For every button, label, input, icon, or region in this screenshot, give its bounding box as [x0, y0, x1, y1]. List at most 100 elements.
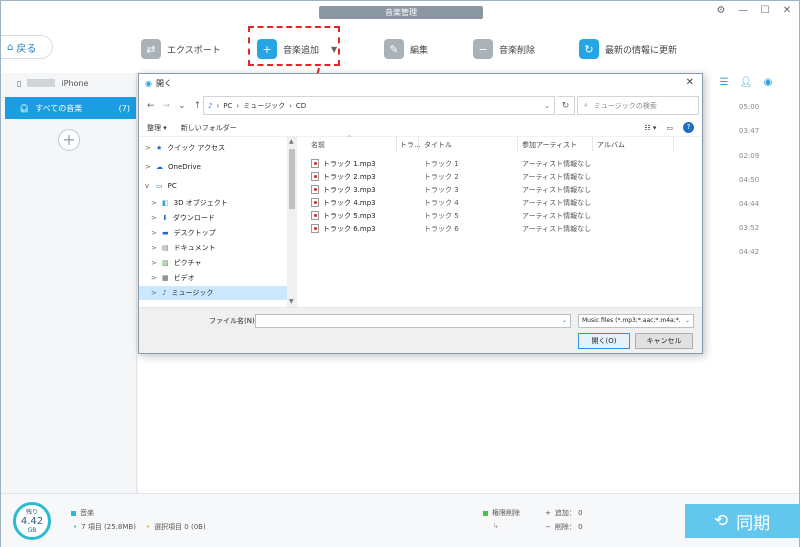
column-divider[interactable] — [592, 137, 593, 151]
file-artist: アーティスト情報なし — [522, 160, 592, 168]
organize-button[interactable]: 整理 ▾ — [147, 123, 167, 133]
expand-icon[interactable]: > — [151, 229, 157, 237]
filename-input[interactable]: ⌄ — [255, 314, 571, 328]
duration: 04:42 — [739, 248, 760, 256]
file-type-select[interactable]: Music files (*.mp3;*.aac;*.m4a;*. ⌄ — [578, 314, 694, 328]
expand-icon[interactable]: > — [145, 144, 151, 152]
list-icon[interactable]: ☰ — [717, 75, 731, 89]
settings-icon[interactable]: ⚙ — [715, 5, 727, 16]
duration: 03:47 — [739, 127, 760, 135]
toolbar: ⌂ 戻る ⇄ エクスポート + 音楽追加 ▼ ✎ 編集 − 音楽削除 ↻ 最新の… — [1, 21, 799, 73]
help-icon[interactable]: ? — [683, 122, 694, 133]
scroll-thumb[interactable] — [289, 149, 295, 209]
column-artist[interactable]: 参加アーティスト — [522, 140, 577, 150]
search-input[interactable]: ⌕ ミュージックの検索 — [577, 96, 699, 115]
chevron-down-icon[interactable]: ⌄ — [684, 315, 690, 327]
chevron-down-icon[interactable]: ⌄ — [544, 102, 550, 110]
tree-item-documents[interactable]: > ▤ ドキュメント — [139, 241, 287, 255]
chevron-down-icon[interactable]: ▼ — [331, 45, 337, 54]
address-bar[interactable]: ♪ › PC › ミュージック › CD ⌄ — [203, 96, 555, 115]
chevron-down-icon[interactable]: ⌄ — [562, 317, 567, 324]
up-arrow-icon[interactable]: ↑ — [194, 101, 202, 111]
view-options-icon[interactable]: ☷ ▾ — [644, 124, 656, 132]
tree-item-pc[interactable]: v ▭ PC — [139, 179, 287, 193]
tree-item-videos[interactable]: > ▦ ビデオ — [139, 271, 287, 285]
column-album[interactable]: アルバム — [597, 140, 625, 150]
open-button[interactable]: 開く(O) — [578, 333, 630, 349]
tree-item-3d-objects[interactable]: > ◧ 3D オブジェクト — [139, 196, 287, 210]
breadcrumb-item[interactable]: ミュージック — [243, 101, 285, 111]
category-stat: 音楽 — [71, 508, 94, 518]
file-row[interactable]: トラック 5.mp3 トラック 5 アーティスト情報なし — [299, 209, 599, 222]
recent-chevron-icon[interactable]: ⌄ — [178, 101, 186, 111]
tree-item-downloads[interactable]: > ⬇ ダウンロード — [139, 211, 287, 225]
expand-icon[interactable]: > — [151, 259, 157, 267]
scroll-down-icon[interactable]: ▼ — [289, 298, 294, 305]
file-row[interactable]: トラック 3.mp3 トラック 3 アーティスト情報なし — [299, 183, 599, 196]
tree-item-desktop[interactable]: > ▬ デスクトップ — [139, 226, 287, 240]
close-icon[interactable]: ✕ — [781, 5, 793, 16]
expand-icon[interactable]: > — [151, 289, 157, 297]
window-title: 音楽管理 — [319, 6, 483, 19]
refresh-address-icon[interactable]: ↻ — [557, 96, 575, 115]
dialog-footer: ファイル名(N): ⌄ Music files (*.mp3;*.aac;*.m… — [139, 307, 702, 353]
back-button[interactable]: ⌂ 戻る — [1, 35, 53, 59]
expand-icon[interactable]: > — [151, 244, 157, 252]
tree-item-music[interactable]: > ♪ ミュージック — [139, 286, 287, 300]
user-add-icon[interactable]: 👤︎ — [739, 75, 753, 89]
disc-icon[interactable]: ◉ — [761, 75, 775, 89]
column-title[interactable]: タイトル — [424, 140, 452, 150]
tree-item-quick-access[interactable]: > ★ クイック アクセス — [139, 141, 287, 155]
tree-label: ドキュメント — [173, 244, 216, 252]
preview-pane-icon[interactable]: ▭ — [666, 124, 673, 132]
maximize-icon[interactable]: ☐ — [759, 5, 771, 16]
add-playlist-button[interactable]: + — [58, 129, 80, 151]
expand-icon[interactable]: v — [145, 182, 151, 190]
sidebar-item-all-music[interactable]: 🎧︎ すべての音楽 (7) — [5, 97, 136, 119]
tree-scrollbar[interactable]: ▲ ▼ — [287, 137, 297, 307]
breadcrumb-item[interactable]: PC — [223, 102, 232, 110]
file-artist: アーティスト情報なし — [522, 173, 592, 181]
scroll-up-icon[interactable]: ▲ — [289, 138, 294, 145]
sync-icon: ⟲ — [713, 511, 729, 531]
forward-arrow-icon[interactable]: → — [163, 101, 171, 111]
download-icon: ⬇ — [162, 214, 168, 222]
file-row[interactable]: トラック 2.mp3 トラック 2 アーティスト情報なし — [299, 170, 599, 183]
file-row[interactable]: トラック 1.mp3 トラック 1 アーティスト情報なし — [299, 157, 599, 170]
column-divider[interactable] — [673, 137, 674, 151]
back-arrow-icon[interactable]: ← — [147, 101, 155, 111]
file-title: トラック 4 — [424, 199, 459, 207]
column-divider[interactable] — [517, 137, 518, 151]
export-button[interactable]: ⇄ エクスポート — [141, 39, 221, 59]
tree-label: OneDrive — [168, 163, 201, 171]
column-divider[interactable] — [396, 137, 397, 151]
command-bar: 整理 ▾ 新しいフォルダー ☷ ▾ ▭ ? — [139, 119, 702, 137]
dialog-close-icon[interactable]: ✕ — [686, 77, 694, 88]
expand-icon[interactable]: > — [151, 199, 157, 207]
column-divider[interactable] — [418, 137, 419, 151]
storage-unit: GB — [27, 527, 37, 534]
delete-music-button[interactable]: − 音楽削除 — [473, 39, 535, 59]
file-title: トラック 2 — [424, 173, 459, 181]
refresh-button[interactable]: ↻ 最新の情報に更新 — [579, 39, 677, 59]
expand-icon[interactable]: > — [145, 163, 151, 171]
tree-item-pictures[interactable]: > ▨ ピクチャ — [139, 256, 287, 270]
add-music-button[interactable]: + 音楽追加 ▼ — [257, 39, 337, 59]
expand-icon[interactable]: > — [151, 214, 157, 222]
breadcrumb-item[interactable]: CD — [296, 102, 306, 110]
device-row[interactable]: ▯ iPhone — [1, 74, 136, 92]
tree-item-onedrive[interactable]: > ☁ OneDrive — [139, 160, 287, 174]
dialog-title: 開く — [155, 78, 172, 88]
file-row[interactable]: トラック 4.mp3 トラック 4 アーティスト情報なし — [299, 196, 599, 209]
expand-icon[interactable]: > — [151, 274, 157, 282]
video-icon: ▦ — [162, 274, 169, 282]
edit-button[interactable]: ✎ 編集 — [384, 39, 428, 59]
device-name-mask — [27, 79, 56, 87]
sync-button[interactable]: ⟲ 同期 — [685, 504, 799, 538]
cancel-button[interactable]: キャンセル — [635, 333, 693, 349]
minimize-icon[interactable]: — — [737, 5, 749, 16]
file-row[interactable]: トラック 6.mp3 トラック 6 アーティスト情報なし — [299, 222, 599, 235]
added-stat: + 追加： 0 — [545, 508, 583, 518]
column-name[interactable]: 名前 — [311, 140, 325, 150]
new-folder-button[interactable]: 新しいフォルダー — [181, 123, 237, 133]
